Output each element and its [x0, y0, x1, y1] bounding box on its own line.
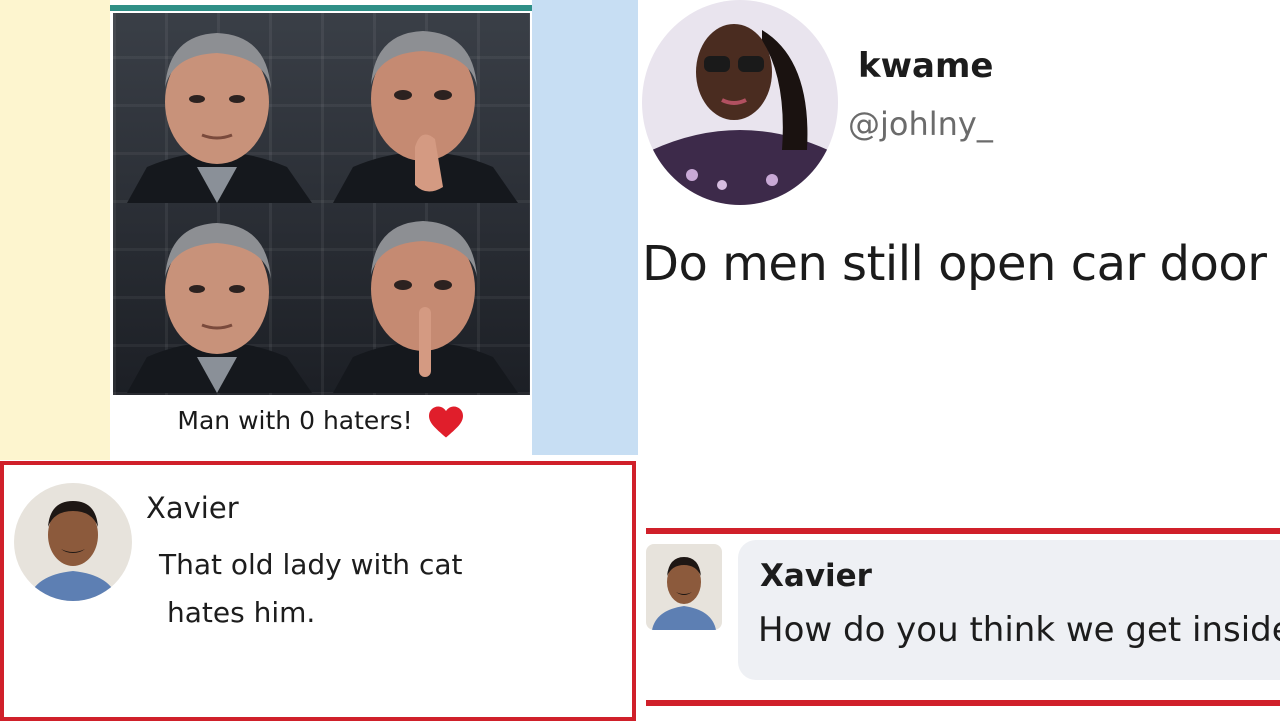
- man-portrait-image: [127, 223, 312, 393]
- portrait-top-left: [117, 17, 317, 203]
- left-comment-box: Xavier That old lady with cat hates him.: [0, 461, 636, 721]
- commenter-avatar-image: [646, 544, 722, 630]
- right-tweet-panel: kwame @johlny_ Do men still open car doo…: [642, 0, 1280, 720]
- meme-card: Man with 0 haters!: [110, 5, 532, 455]
- post-text: Do men still open car door: [642, 236, 1267, 292]
- left-meme-panel: Man with 0 haters! Xavier That old lady …: [0, 0, 638, 721]
- man-portrait-image: [127, 33, 312, 203]
- background-strip-yellow: [0, 0, 110, 460]
- meme-top-bar: [110, 5, 532, 11]
- meme-caption-text: Man with 0 haters!: [177, 406, 413, 435]
- divider-bottom: [646, 700, 1280, 706]
- avatar[interactable]: [14, 483, 132, 601]
- avatar[interactable]: [646, 544, 722, 630]
- comment-bubble: Xavier How do you think we get inside: [738, 540, 1280, 680]
- display-name[interactable]: kwame: [858, 46, 993, 86]
- background-strip-blue: [532, 0, 638, 455]
- meme-caption: Man with 0 haters!: [110, 405, 532, 439]
- comment-text: How do you think we get inside: [758, 610, 1280, 650]
- man-portrait-shush-image: [333, 221, 518, 393]
- portrait-bottom-left: [117, 207, 317, 393]
- portrait-bottom-right: [323, 207, 523, 393]
- profile-photo-image: [642, 0, 838, 205]
- profile-avatar[interactable]: [642, 0, 838, 205]
- commenter-avatar-image: [14, 483, 132, 601]
- heart-icon: [428, 406, 463, 438]
- commenter-name[interactable]: Xavier: [146, 491, 239, 525]
- right-comment-area: Xavier How do you think we get inside: [646, 534, 1280, 702]
- user-handle[interactable]: @johlny_: [848, 105, 993, 143]
- comment-text-line1: That old lady with cat: [159, 548, 463, 581]
- comment-text: That old lady with cat hates him.: [159, 541, 463, 637]
- man-portrait-thinking-image: [333, 31, 518, 203]
- meme-image-grid[interactable]: [113, 13, 530, 395]
- commenter-name[interactable]: Xavier: [760, 558, 872, 594]
- comment-text-line2: hates him.: [167, 596, 316, 629]
- portrait-top-right: [323, 17, 523, 203]
